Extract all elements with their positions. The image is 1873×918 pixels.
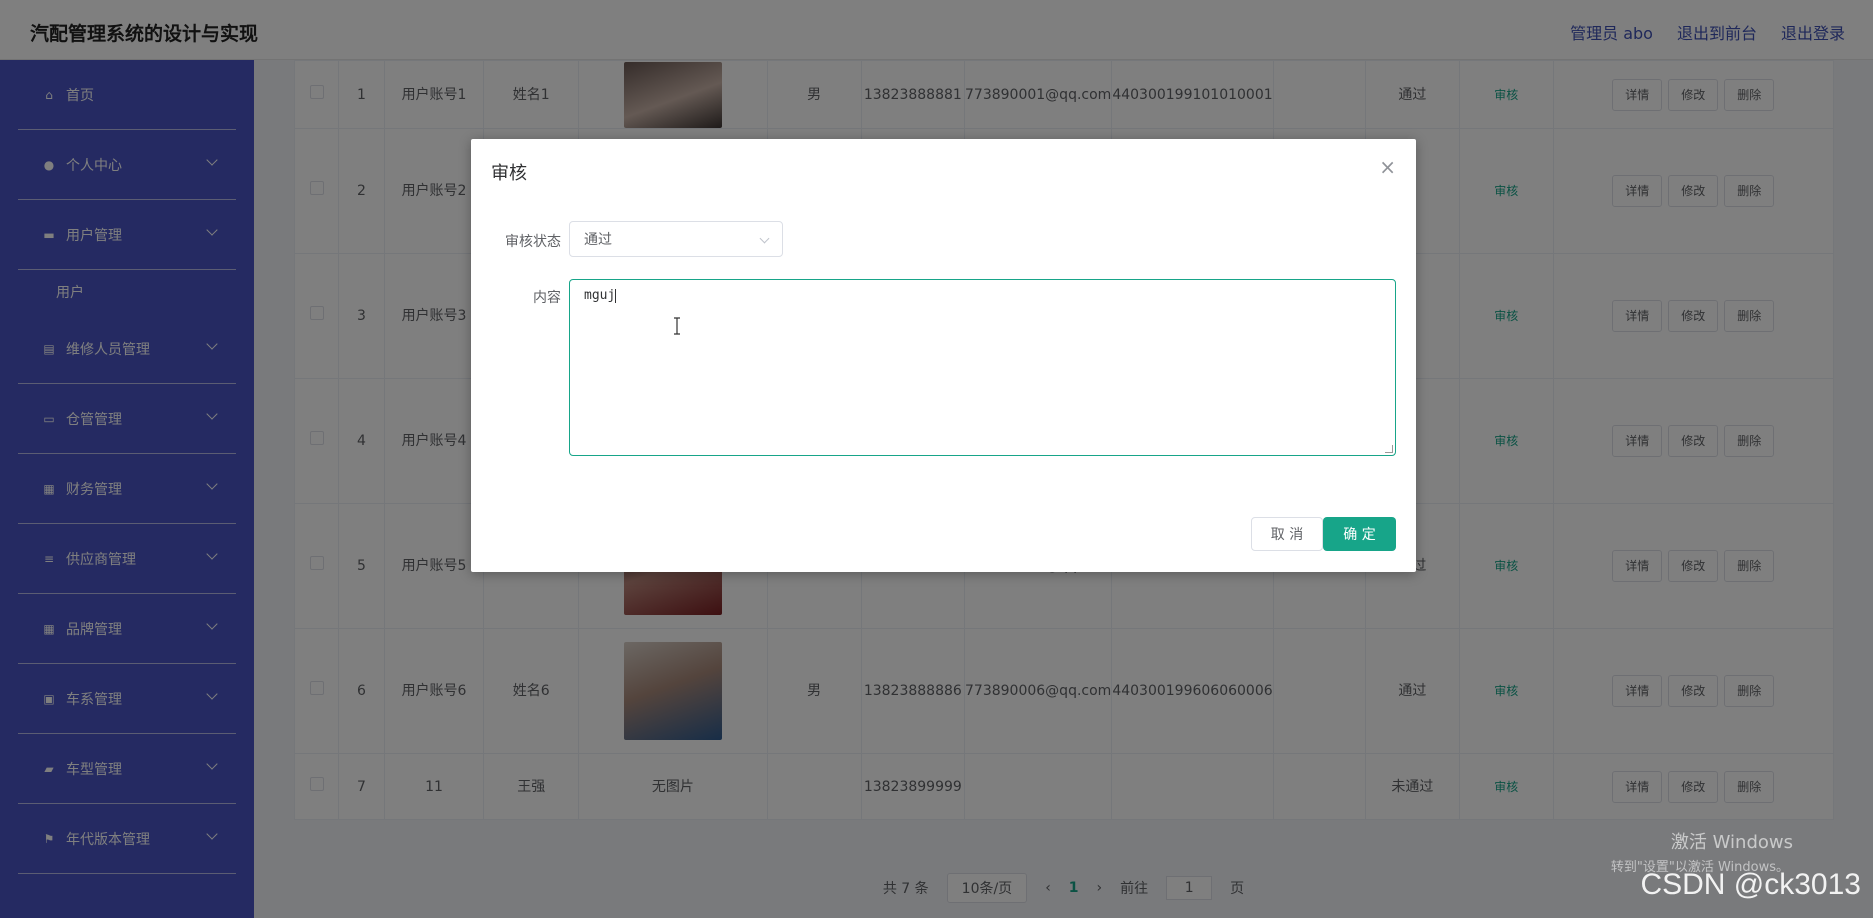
csdn-watermark: CSDN @ck3013	[1640, 868, 1861, 901]
status-select-value: 通过	[584, 232, 612, 248]
status-label: 审核状态	[505, 234, 561, 250]
chevron-down-icon	[759, 233, 770, 244]
content-text: mguj	[584, 288, 616, 303]
dialog-title: 审核	[491, 163, 527, 184]
cancel-button[interactable]: 取 消	[1251, 517, 1323, 551]
content-label: 内容	[533, 290, 561, 306]
audit-dialog: 审核 × 审核状态 通过 内容 mguj 取 消 确 定	[471, 139, 1416, 572]
status-select[interactable]: 通过	[569, 221, 783, 257]
resize-handle-icon[interactable]	[1385, 445, 1393, 453]
windows-activation-watermark: 激活 Windows	[1670, 832, 1793, 853]
text-cursor-icon	[674, 317, 680, 335]
close-icon[interactable]: ×	[1379, 155, 1396, 179]
content-textarea[interactable]: mguj	[569, 279, 1396, 456]
confirm-button[interactable]: 确 定	[1323, 517, 1396, 551]
